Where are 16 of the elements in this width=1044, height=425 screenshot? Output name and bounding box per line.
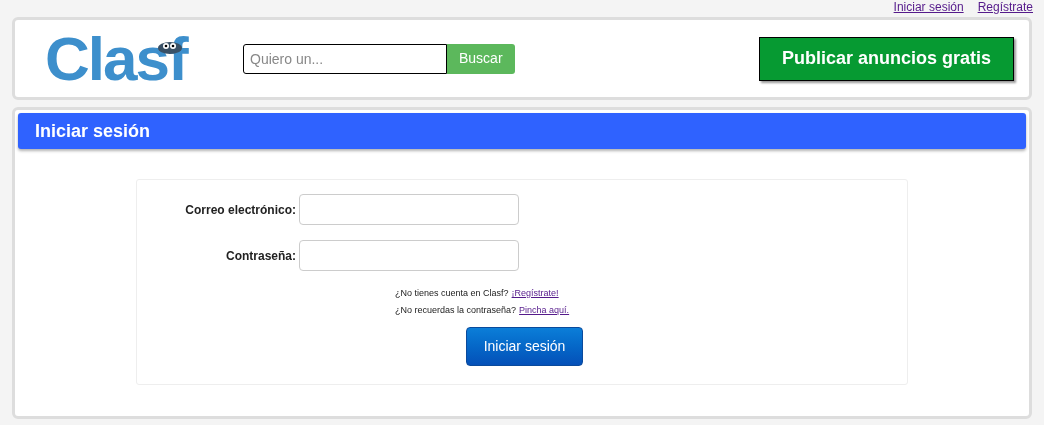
input-field[interactable] <box>299 194 519 225</box>
hint-link[interactable]: ¡Regístrate! <box>511 287 559 300</box>
field-label: Contraseña: <box>225 247 297 265</box>
top-link[interactable]: Regístrate <box>977 0 1033 16</box>
panel-title: Iniciar sesión <box>35 119 151 143</box>
logo[interactable]: Clasf <box>45 27 187 90</box>
snake-icon <box>157 39 183 54</box>
hint-link[interactable]: Pincha aquí. <box>519 304 570 317</box>
hint-text: ¿No recuerdas la contraseña? <box>395 304 517 317</box>
search-field[interactable]: Quiero un... <box>243 43 447 74</box>
field-label: Correo electrónico: <box>184 201 297 219</box>
publish-button[interactable]: Publicar anuncios gratis <box>758 36 1014 81</box>
top-link[interactable]: Iniciar sesión <box>893 0 964 16</box>
input-field[interactable] <box>299 240 519 271</box>
hint-text: ¿No tienes cuenta en Clasf? <box>395 287 509 300</box>
login-button[interactable]: Iniciar sesión <box>466 327 583 366</box>
